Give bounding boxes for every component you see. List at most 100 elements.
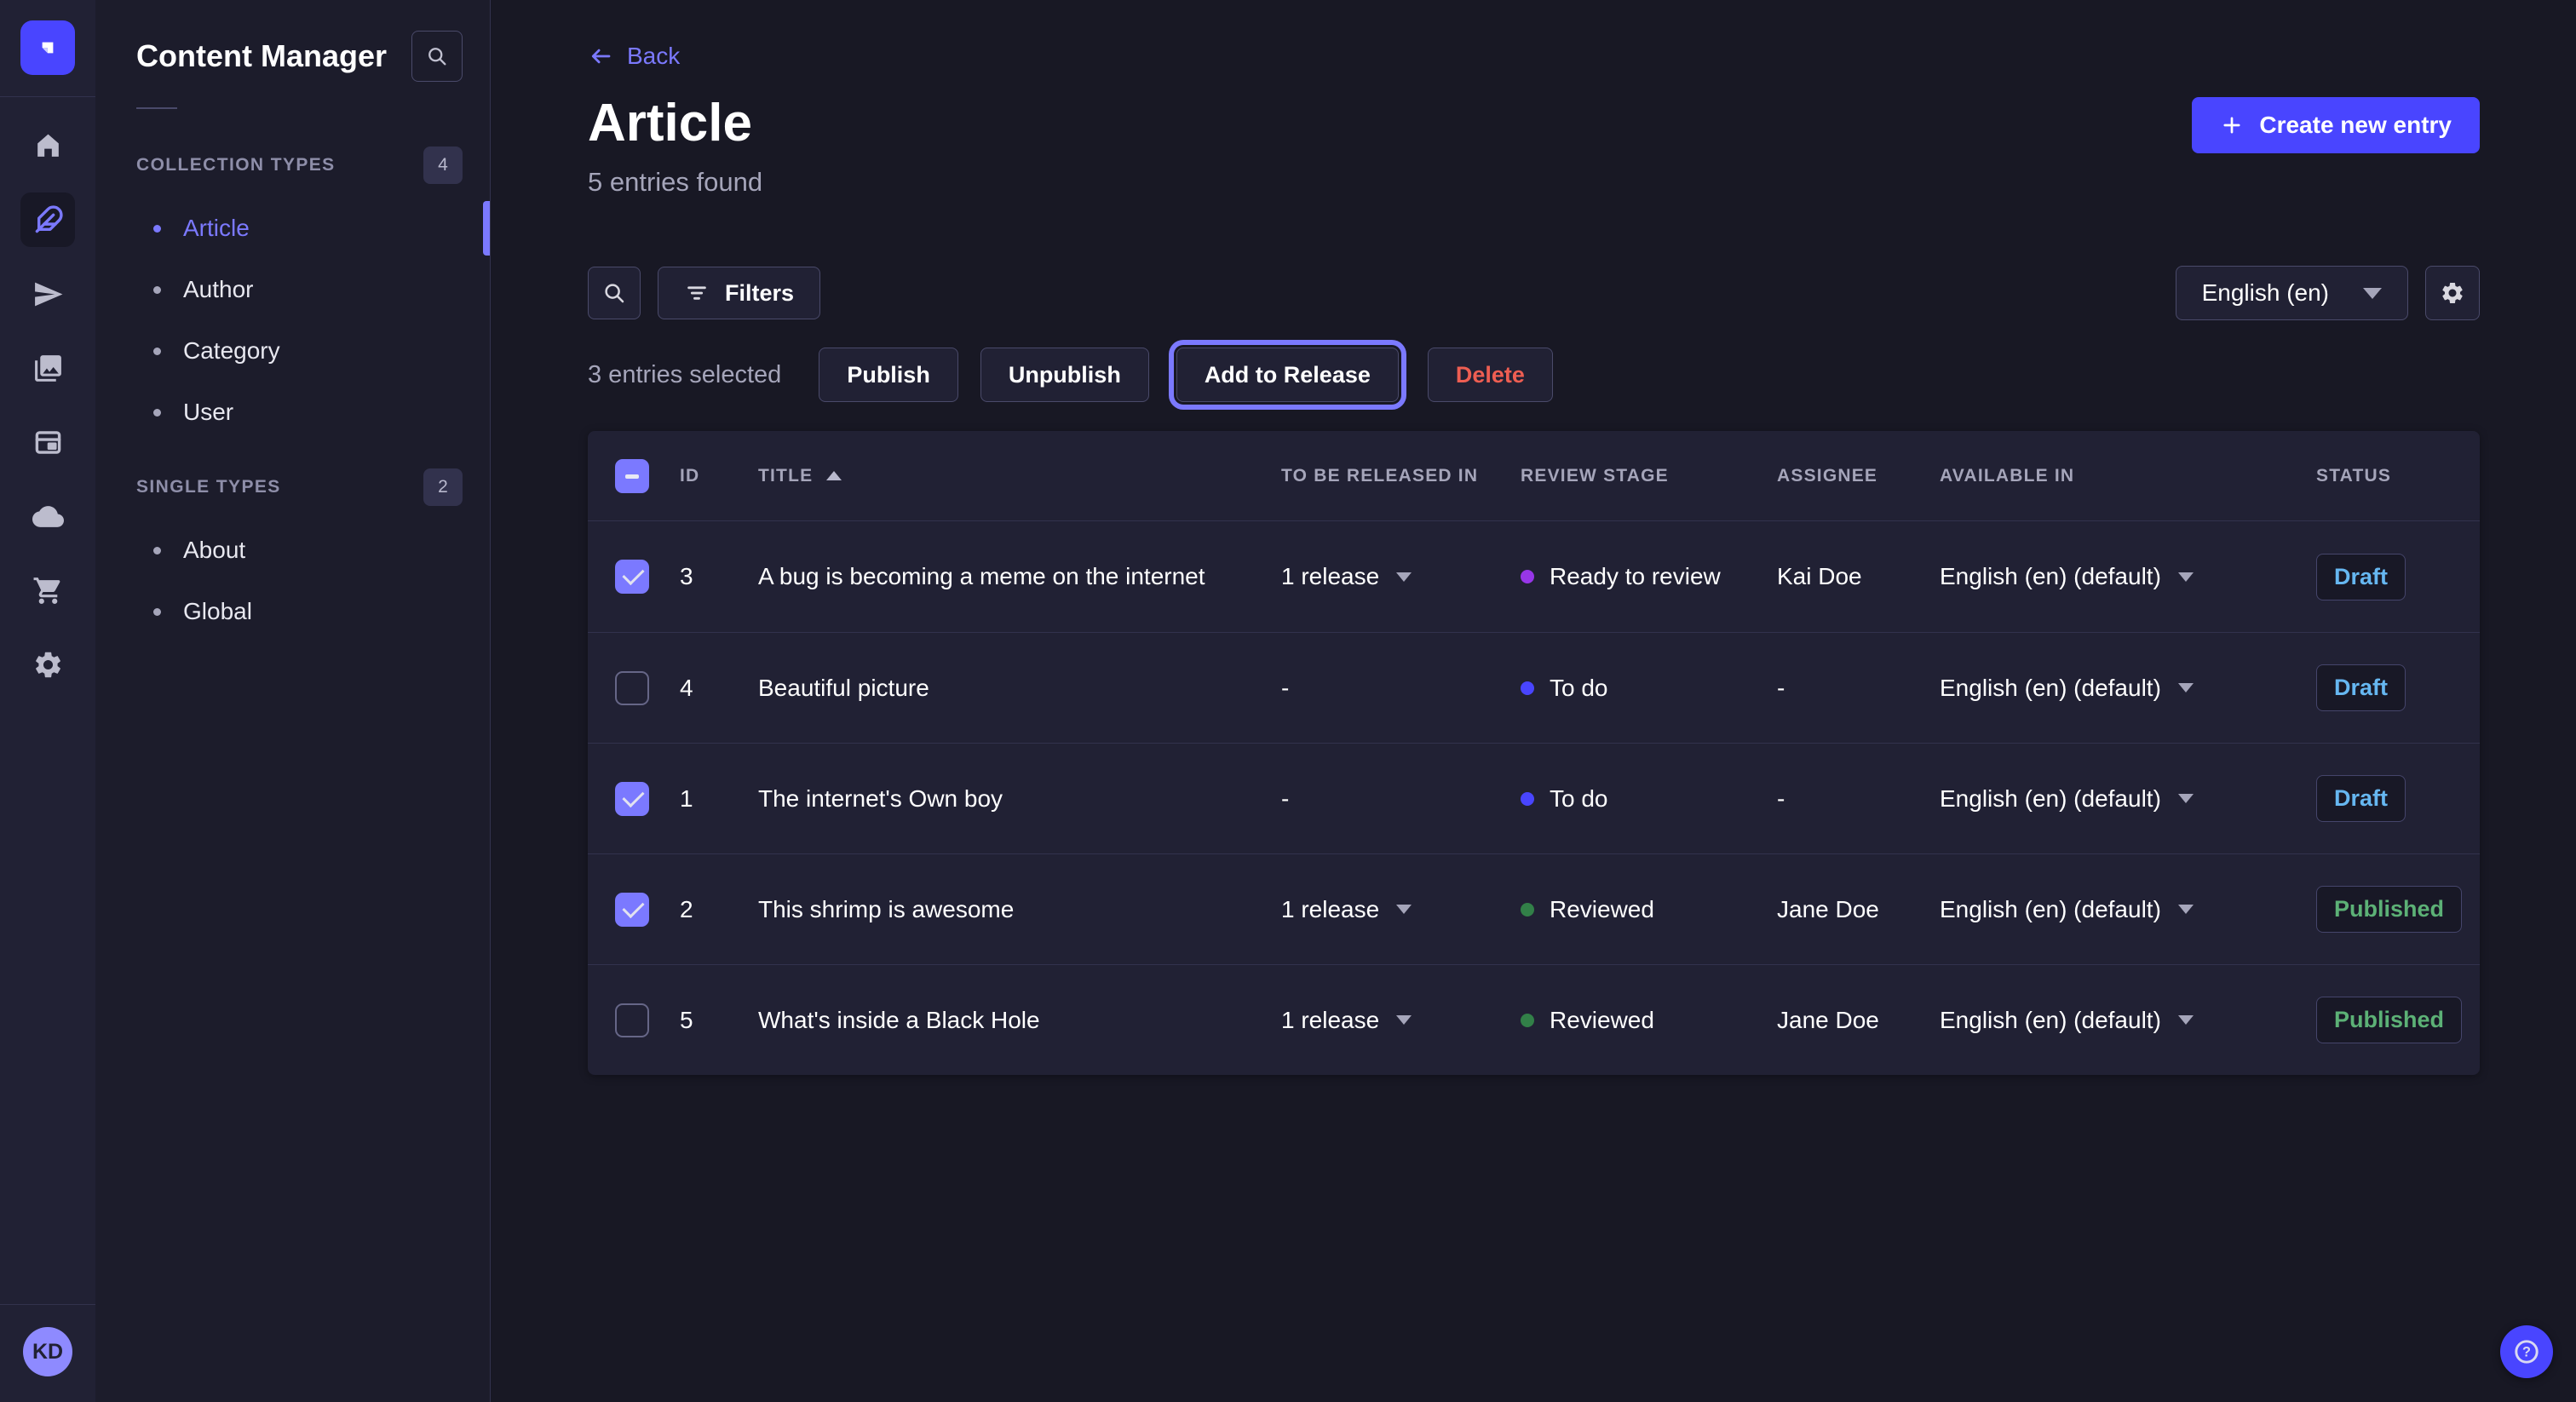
table-row[interactable]: 3 A bug is becoming a meme on the intern… [588,521,2480,632]
help-button[interactable]: ? [2500,1325,2553,1378]
row-checkbox[interactable] [615,893,649,927]
settings-gear-icon[interactable] [20,637,75,692]
cell-locale-dropdown[interactable]: English (en) (default) [1940,785,2309,813]
sidebar-item-category[interactable]: Category [95,320,490,382]
releases-icon[interactable] [20,267,75,321]
cell-release-dropdown[interactable]: - [1281,785,1521,813]
status-badge: Published [2316,886,2462,933]
cell-locale-dropdown[interactable]: English (en) (default) [1940,563,2309,590]
media-library-icon[interactable] [20,341,75,395]
create-new-entry-button[interactable]: Create new entry [2192,97,2480,153]
question-mark-icon: ? [2512,1337,2541,1366]
cell-assignee: Jane Doe [1777,896,1940,923]
sidebar-item-author[interactable]: Author [95,259,490,320]
cell-release-dropdown[interactable]: 1 release [1281,896,1521,923]
cell-title: Beautiful picture [758,675,1281,702]
cell-locale-dropdown[interactable]: English (en) (default) [1940,675,2309,702]
sidebar-item-global[interactable]: Global [95,581,490,642]
chevron-down-icon [1396,1015,1412,1025]
stage-dot [1521,903,1534,916]
marketplace-cart-icon[interactable] [20,563,75,618]
chevron-down-icon [1396,905,1412,914]
cell-locale-dropdown[interactable]: English (en) (default) [1940,1007,2309,1034]
cell-review-stage: Reviewed [1521,896,1777,923]
cell-review-stage: Ready to review [1521,563,1777,590]
cell-release-dropdown[interactable]: - [1281,675,1521,702]
sidebar-item-label: Global [183,598,252,625]
deploy-cloud-icon[interactable] [20,489,75,543]
create-new-entry-label: Create new entry [2259,112,2452,139]
content-manager-icon[interactable] [20,192,75,247]
cell-release-dropdown[interactable]: 1 release [1281,1007,1521,1034]
chevron-down-icon [2178,794,2194,803]
cell-assignee: - [1777,785,1940,813]
search-icon [425,44,449,68]
sidebar-item-label: Category [183,337,280,365]
header-id: ID [680,466,758,486]
add-to-release-button[interactable]: Add to Release [1176,348,1399,402]
view-settings-button[interactable] [2425,266,2480,320]
row-checkbox[interactable] [615,560,649,594]
cell-locale-dropdown[interactable]: English (en) (default) [1940,896,2309,923]
table-row[interactable]: 4 Beautiful picture - To do - English (e… [588,632,2480,743]
row-checkbox[interactable] [615,671,649,705]
chevron-down-icon [2178,905,2194,914]
svg-text:?: ? [2522,1345,2531,1360]
stage-dot [1521,1014,1534,1027]
select-all-checkbox[interactable] [615,459,649,493]
sidebar-item-user[interactable]: User [95,382,490,443]
main-content: Back Article Create new entry 5 entries … [492,0,2576,1402]
header-release: TO BE RELEASED IN [1281,466,1521,486]
cell-title: A bug is becoming a meme on the internet [758,563,1281,590]
page-title: Article [588,97,752,150]
home-icon[interactable] [20,118,75,173]
content-type-builder-icon[interactable] [20,415,75,469]
table-header-row: ID TITLE TO BE RELEASED IN REVIEW STAGE … [588,431,2480,521]
sidebar-item-label: Author [183,276,254,303]
bullet-icon [153,608,161,616]
sidebar-search-button[interactable] [411,31,463,82]
chevron-down-icon [2363,288,2382,299]
sidebar-item-label: Article [183,215,250,242]
chevron-down-icon [2178,683,2194,692]
entries-table: ID TITLE TO BE RELEASED IN REVIEW STAGE … [588,431,2480,1075]
unpublish-button[interactable]: Unpublish [980,348,1149,402]
header-title-sort[interactable]: TITLE [758,466,1281,486]
selection-count-text: 3 entries selected [588,361,781,389]
delete-button[interactable]: Delete [1428,348,1553,402]
cell-title: The internet's Own boy [758,785,1281,813]
locale-select[interactable]: English (en) [2176,266,2408,320]
row-checkbox[interactable] [615,1003,649,1037]
sidebar-item-article[interactable]: Article [95,198,490,259]
sidebar-item-about[interactable]: About [95,520,490,581]
bullet-icon [153,409,161,417]
rail-divider [0,96,95,97]
table-row[interactable]: 2 This shrimp is awesome 1 release Revie… [588,853,2480,964]
back-label: Back [627,43,680,70]
back-link[interactable]: Back [588,43,680,70]
search-entries-button[interactable] [588,267,641,319]
single-types-count-badge: 2 [423,468,463,506]
table-row[interactable]: 1 The internet's Own boy - To do - Engli… [588,743,2480,853]
status-badge: Published [2316,997,2462,1043]
row-checkbox[interactable] [615,782,649,816]
table-row[interactable]: 5 What's inside a Black Hole 1 release R… [588,964,2480,1075]
chevron-down-icon [2178,572,2194,582]
cell-release-dropdown[interactable]: 1 release [1281,563,1521,590]
status-badge: Draft [2316,554,2406,600]
bullet-icon [153,547,161,554]
filters-button[interactable]: Filters [658,267,820,319]
cell-review-stage: To do [1521,785,1777,813]
strapi-logo[interactable] [20,20,75,75]
filter-icon [684,280,710,306]
sidebar-divider [136,107,177,109]
plus-icon [2220,113,2244,137]
collection-types-label: COLLECTION TYPES [136,155,336,175]
sort-ascending-icon [826,471,842,480]
publish-button[interactable]: Publish [819,348,958,402]
chevron-down-icon [2178,1015,2194,1025]
gear-icon [2440,280,2465,306]
status-badge: Draft [2316,664,2406,711]
header-locale: AVAILABLE IN [1940,466,2309,486]
user-avatar[interactable]: KD [23,1327,72,1376]
